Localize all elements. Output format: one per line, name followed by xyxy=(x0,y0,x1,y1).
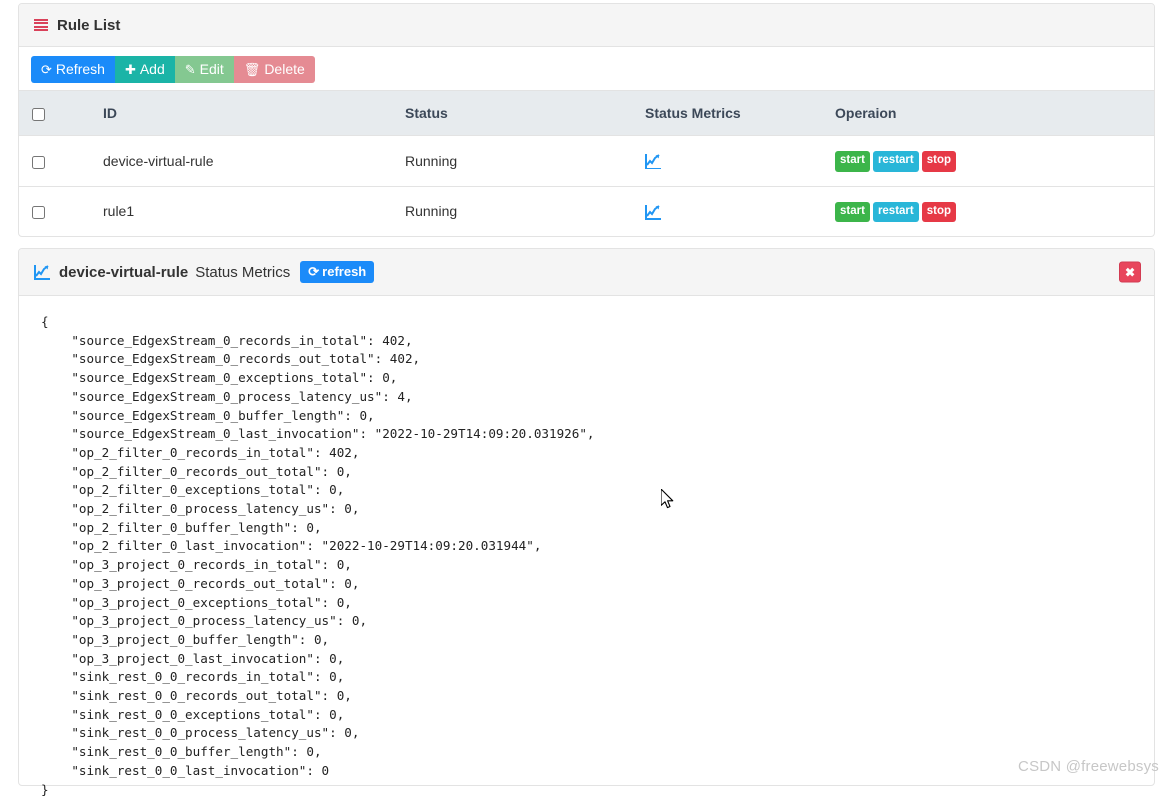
rule-list-toolbar: ⟳ Refresh ✚ Add ✎ Edit 🗑 Delete xyxy=(19,47,1154,91)
add-button[interactable]: ✚ Add xyxy=(114,56,175,83)
table-header-row: ID Status Status Metrics Operaion xyxy=(19,91,1154,136)
metrics-refresh-button[interactable]: ⟳ refresh xyxy=(300,261,375,283)
close-button[interactable]: ✖ xyxy=(1119,261,1141,283)
row-checkbox[interactable] xyxy=(32,206,45,220)
rule-table-head: ID Status Status Metrics Operaion xyxy=(19,91,1154,136)
page-title: Rule List xyxy=(34,17,120,34)
metrics-rule-name: device-virtual-rule xyxy=(59,263,189,281)
column-header-id: ID xyxy=(103,91,405,136)
list-icon xyxy=(34,19,48,31)
stop-button[interactable]: stop xyxy=(921,151,957,172)
refresh-icon: ⟳ xyxy=(41,61,52,77)
line-chart-icon[interactable] xyxy=(645,154,661,170)
delete-button-label: Delete xyxy=(264,61,305,77)
row-status-metrics-cell xyxy=(645,135,835,186)
add-button-label: Add xyxy=(139,61,165,77)
metrics-refresh-label: refresh xyxy=(322,264,367,279)
refresh-button-label: Refresh xyxy=(55,61,105,77)
table-row[interactable]: device-virtual-rule Running start restart… xyxy=(19,135,1154,186)
restart-button[interactable]: restart xyxy=(872,201,919,222)
delete-button[interactable]: 🗑 Delete xyxy=(233,56,315,83)
close-x-icon: ✖ xyxy=(1124,265,1136,279)
column-header-select-all xyxy=(19,91,103,136)
rule-list-panel-header: Rule List xyxy=(19,4,1154,47)
refresh-button[interactable]: ⟳ Refresh xyxy=(31,56,115,83)
rule-table-body: device-virtual-rule Running start restart… xyxy=(19,135,1154,236)
row-operations-cell: start restart stop xyxy=(835,185,1154,236)
select-all-checkbox[interactable] xyxy=(32,107,45,121)
metrics-subtitle: Status Metrics xyxy=(195,263,291,281)
status-metrics-panel-header: device-virtual-rule Status Metrics ⟳ ref… xyxy=(19,249,1154,296)
rule-list-title-text: Rule List xyxy=(57,16,121,34)
row-id: rule1 xyxy=(103,185,405,236)
row-select-cell xyxy=(19,135,103,186)
status-metrics-body: { "source_EdgexStream_0_records_in_total… xyxy=(19,296,1154,799)
watermark: CSDN @freewebsys xyxy=(1018,758,1159,775)
start-button[interactable]: start xyxy=(835,201,870,222)
row-status: Running xyxy=(405,135,645,186)
row-status-metrics-cell xyxy=(645,185,835,236)
start-button[interactable]: start xyxy=(835,151,870,172)
column-header-status-metrics: Status Metrics xyxy=(645,91,835,136)
row-operations-cell: start restart stop xyxy=(835,135,1154,186)
stop-button[interactable]: stop xyxy=(921,201,957,222)
trash-icon: 🗑 xyxy=(243,61,261,77)
column-header-operation: Operaion xyxy=(835,91,1154,136)
row-status: Running xyxy=(405,185,645,236)
table-row[interactable]: rule1 Running start restart stop xyxy=(19,185,1154,236)
edit-button[interactable]: ✎ Edit xyxy=(174,56,234,83)
line-chart-icon xyxy=(34,264,50,280)
metrics-json-output: { "source_EdgexStream_0_records_in_total… xyxy=(41,314,595,797)
refresh-icon: ⟳ xyxy=(308,264,320,279)
rule-list-panel: Rule List ⟳ Refresh ✚ Add ✎ Edit 🗑 Delet… xyxy=(18,3,1155,237)
edit-button-label: Edit xyxy=(199,61,224,77)
status-metrics-panel: device-virtual-rule Status Metrics ⟳ ref… xyxy=(18,248,1155,797)
line-chart-icon[interactable] xyxy=(645,204,661,220)
column-header-status: Status xyxy=(405,91,645,136)
row-id: device-virtual-rule xyxy=(103,135,405,186)
restart-button[interactable]: restart xyxy=(872,151,919,172)
row-checkbox[interactable] xyxy=(32,155,45,169)
row-select-cell xyxy=(19,185,103,236)
rule-table: ID Status Status Metrics Operaion device… xyxy=(19,91,1154,236)
pencil-square-icon: ✎ xyxy=(184,61,196,77)
plus-icon: ✚ xyxy=(124,61,136,77)
